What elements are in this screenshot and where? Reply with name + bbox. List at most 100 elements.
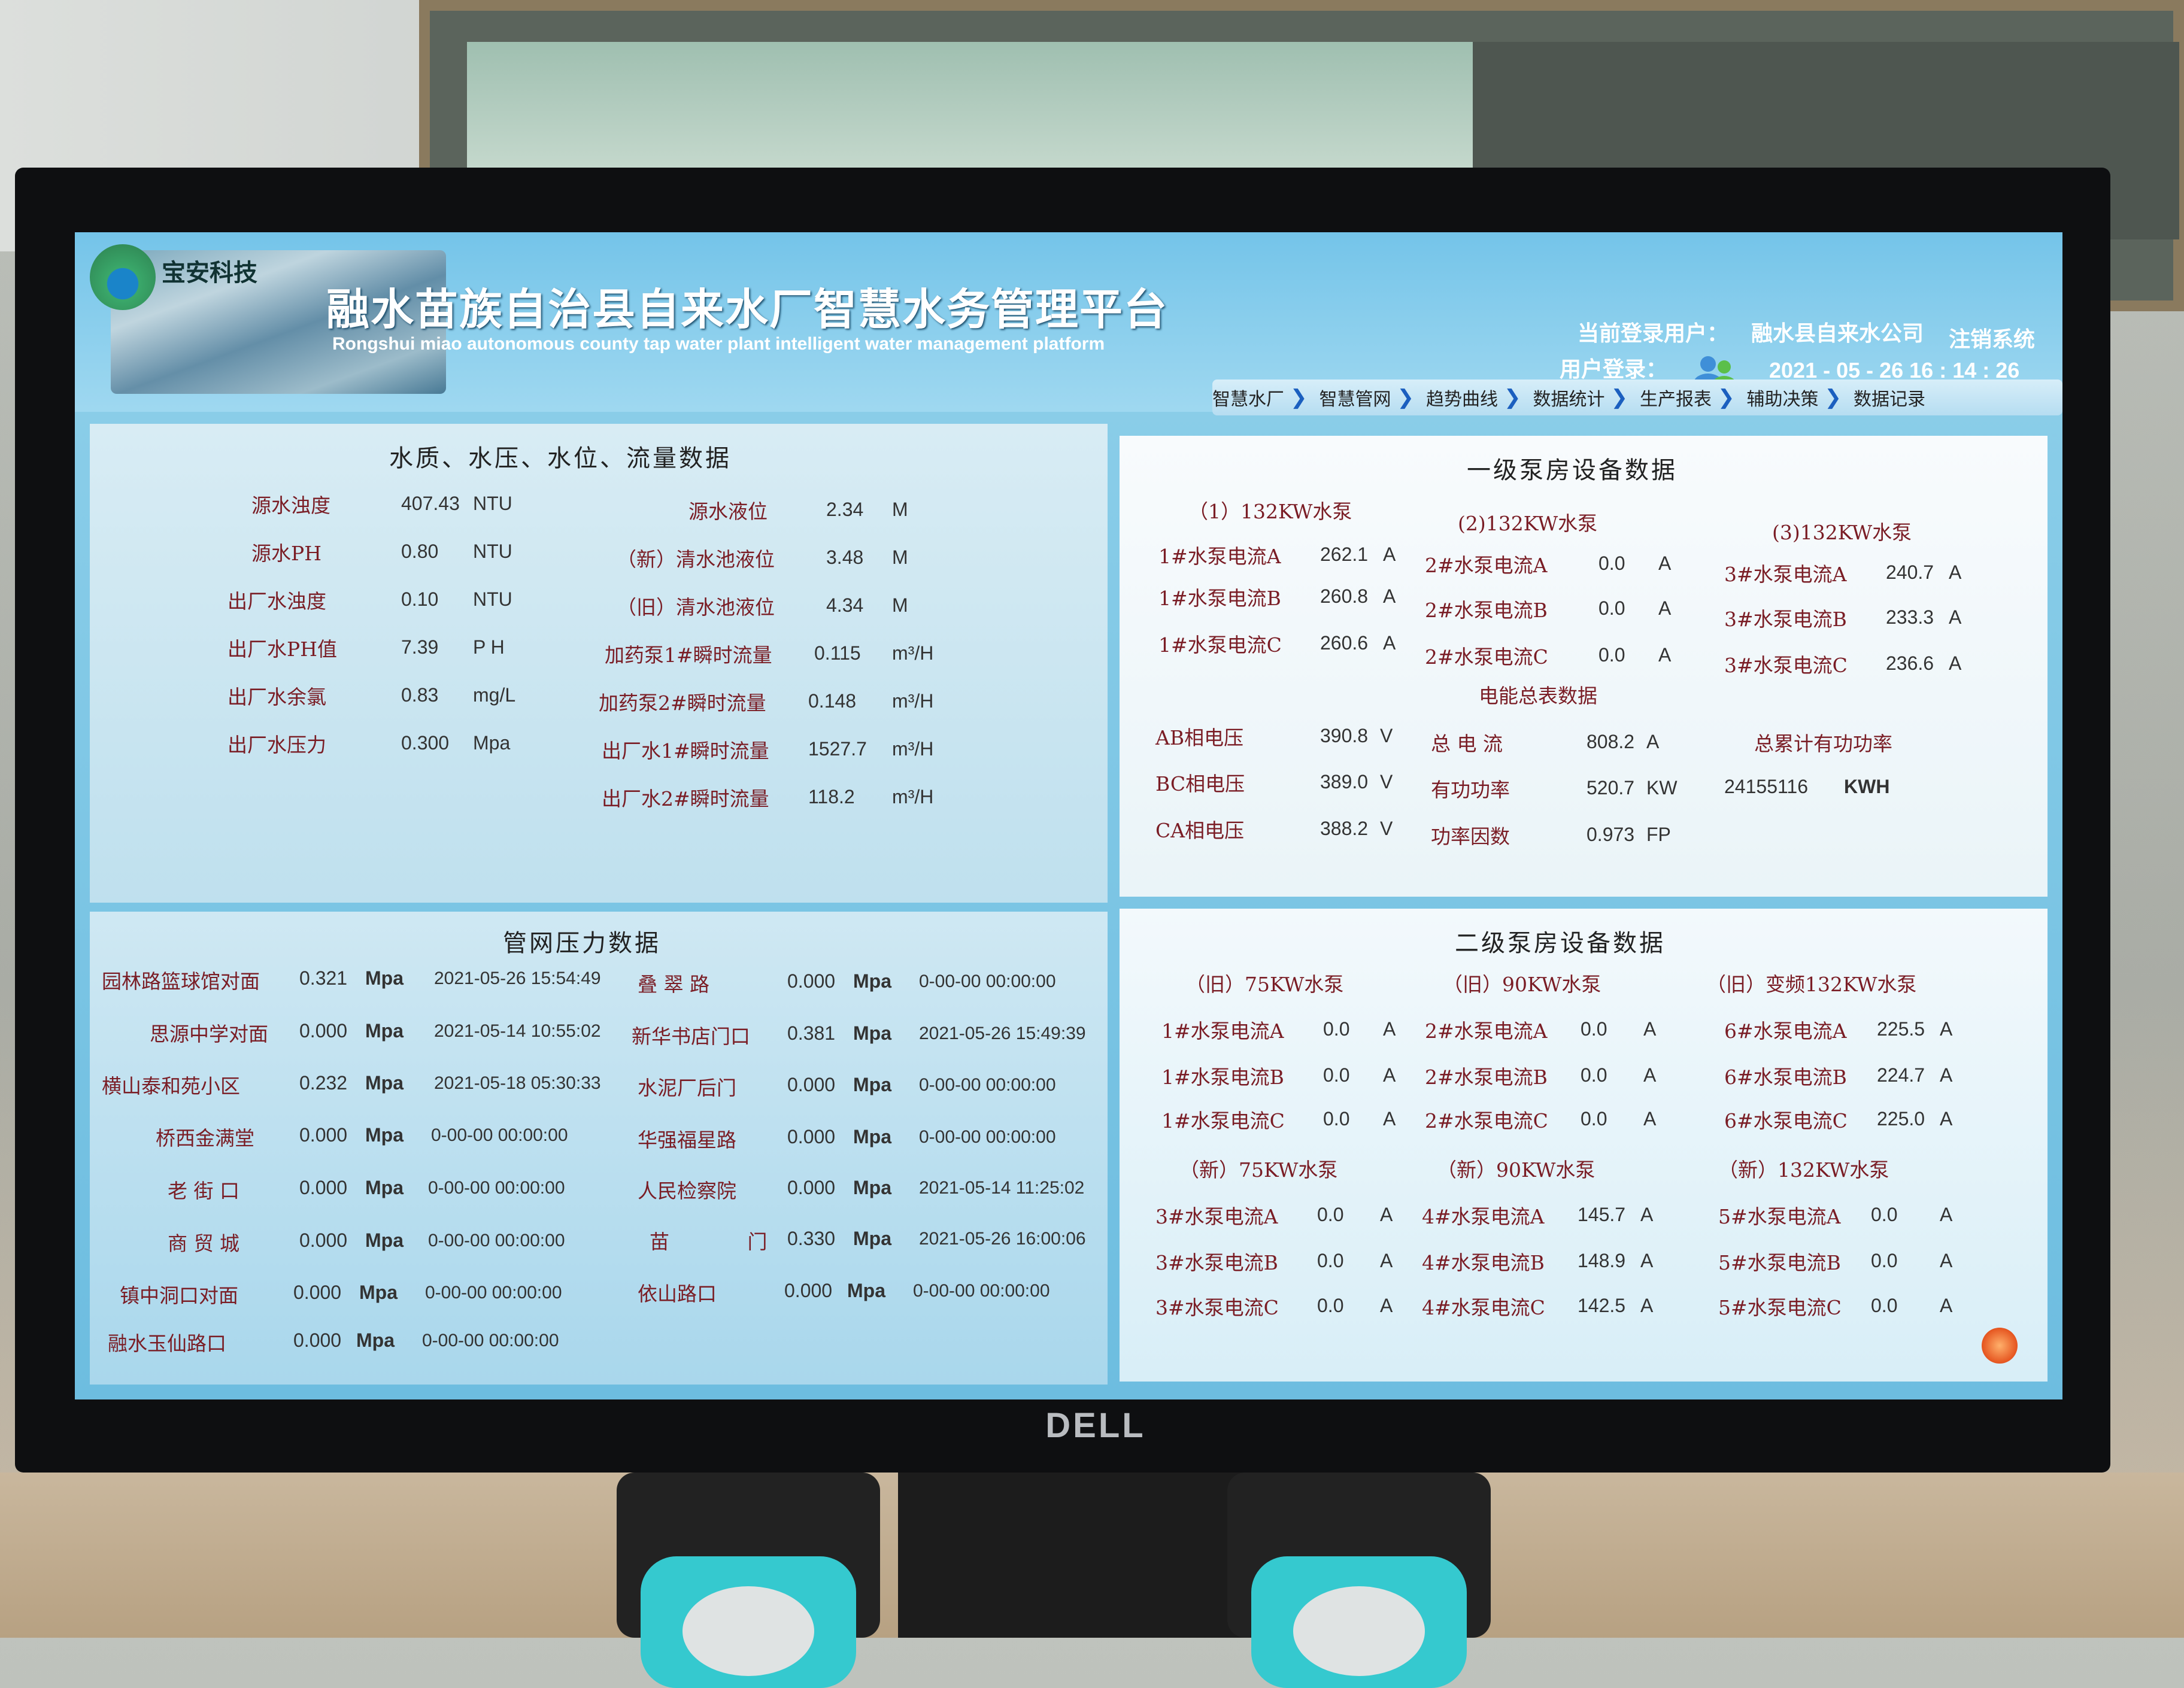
pipe-unit: Mpa [853,1022,891,1044]
quality-unit: NTU [473,588,512,610]
pump-label: 2#水泵电流B [1425,1065,1548,1089]
quality-value: 4.34 [826,594,864,616]
pump-label: 1#水泵电流B [1161,1065,1284,1089]
pump-label: 5#水泵电流C [1718,1296,1842,1319]
nav-statistics[interactable]: 数据统计 ❯ [1533,384,1634,411]
pump-unit: A [1949,606,1962,628]
pipe-unit: Mpa [365,967,404,989]
pipe-time: 2021-05-18 05:30:33 [434,1073,601,1093]
pipe-label: 融水玉仙路口 [108,1332,226,1355]
total-energy-unit: KWH [1844,776,1890,797]
pipe-unit: Mpa [853,1177,891,1198]
pump-label: 2#水泵电流C [1425,645,1548,669]
pump-value: 0.0 [1323,1108,1350,1130]
pump-unit: A [1380,1250,1393,1271]
pump-value: 260.6 [1320,632,1369,654]
logo-icon [90,244,156,310]
quality-unit: NTU [473,493,512,514]
pipe-label: 横山泰和苑小区 [102,1074,240,1098]
pipe-unit: Mpa [356,1329,395,1351]
pump-value: 0.0 [1323,1064,1350,1086]
pump-value: 236.6 [1886,652,1934,674]
nav-report[interactable]: 生产报表 ❯ [1640,384,1741,411]
pipe-time: 0-00-00 00:00:00 [913,1281,1050,1301]
quality-label: 加药泵1#瞬时流量 [605,643,772,667]
nav-label: 智慧管网 [1319,389,1391,410]
pump-value: 224.7 [1877,1064,1925,1086]
pump2-panel: 二级泵房设备数据 （旧）75KW水泵 （旧）90KW水泵 （旧）变频132KW水… [1120,909,2048,1382]
pump-unit: A [1940,1064,1953,1086]
pipe-value: 0.232 [299,1072,348,1094]
pump-label: 6#水泵电流B [1724,1065,1847,1089]
total-energy-label: 总累计有功功率 [1754,732,1892,755]
pump-value: 0.0 [1598,597,1625,619]
pump-unit: A [1643,1108,1657,1130]
pump-group-title: （新）75KW水泵 [1179,1158,1338,1182]
voltage-unit: V [1380,771,1393,793]
quality-value: 0.148 [808,690,857,712]
nav-smart-plant[interactable]: 智慧水厂 ❯ [1212,384,1314,411]
quality-value: 0.300 [401,732,450,754]
quality-unit: m³/H [892,738,934,760]
pipe-title: 管网压力数据 [503,930,661,957]
nav-smart-pipe[interactable]: 智慧管网 ❯ [1320,384,1421,411]
current-user-label: 当前登录用户： [1578,321,1729,345]
pipe-time: 2021-05-26 16:00:06 [919,1229,1086,1249]
pump-label: 2#水泵电流A [1425,554,1548,577]
logout-link[interactable]: 注销系统 [1949,322,2035,353]
nav-label: 智慧水厂 [1212,389,1284,410]
pipe-label: 思源中学对面 [150,1022,268,1046]
pipe-value: 0.330 [787,1228,836,1249]
quality-value: 3.48 [826,547,864,568]
pump-label: 6#水泵电流A [1724,1019,1847,1043]
pump-unit: A [1940,1204,1953,1225]
pump-group-title: （新）90KW水泵 [1437,1158,1595,1182]
power-value: 808.2 [1587,731,1635,752]
chevron-right-icon: ❯ [1290,385,1308,409]
left-speaker [617,1473,880,1688]
main-nav: 智慧水厂 ❯ 智慧管网 ❯ 趋势曲线 ❯ 数据统计 ❯ 生产报表 ❯ 辅助决策 ❯ 数据记录 [1212,380,2062,415]
pump-label: 2#水泵电流B [1425,599,1548,622]
voltage-label: AB相电压 [1155,726,1244,749]
pipe-label: 人民检察院 [638,1179,736,1203]
quality-label: 出厂水余氯 [228,685,326,709]
pump-group-title: (2)132KW水泵 [1458,512,1598,535]
pipe-label: 苗 门 [650,1230,803,1253]
pump-unit: A [1380,1295,1393,1316]
quality-value: 7.39 [401,636,439,658]
settings-icon[interactable] [1982,1328,2018,1364]
pipe-unit: Mpa [359,1282,398,1303]
quality-value: 0.80 [401,541,439,562]
pipe-value: 0.000 [787,970,836,992]
quality-unit: M [892,594,908,616]
pump-unit: A [1383,632,1396,654]
pump-label: 2#水泵电流A [1425,1019,1548,1043]
pipe-time: 2021-05-26 15:49:39 [919,1024,1086,1043]
pump-label: 5#水泵电流B [1718,1251,1841,1274]
power-value: 0.973 [1587,824,1635,845]
pump-label: 4#水泵电流A [1422,1205,1545,1228]
quality-unit: M [892,547,908,568]
pump-label: 5#水泵电流A [1718,1205,1841,1228]
pipe-value: 0.381 [787,1022,836,1044]
pump-value: 0.0 [1581,1108,1607,1130]
quality-value: 1527.7 [808,738,867,760]
quality-unit: P H [473,636,505,658]
pump-unit: A [1383,1018,1396,1040]
pump-value: 0.0 [1323,1018,1350,1040]
pump-value: 0.0 [1317,1204,1344,1225]
pipe-value: 0.000 [784,1280,833,1301]
power-unit: FP [1646,824,1671,845]
pump-value: 0.0 [1317,1250,1344,1271]
voltage-label: CA相电压 [1155,819,1245,842]
nav-label: 趋势曲线 [1426,389,1498,410]
nav-trend[interactable]: 趋势曲线 ❯ [1426,384,1527,411]
pump-label: 6#水泵电流C [1724,1109,1848,1133]
nav-records[interactable]: 数据记录 [1854,384,1925,411]
pump-unit: A [1640,1250,1654,1271]
pump-label: 3#水泵电流C [1155,1296,1279,1319]
pipe-label: 叠 翠 路 [638,973,709,996]
pump-label: 3#水泵电流A [1724,563,1847,586]
nav-decision[interactable]: 辅助决策 ❯ [1747,384,1848,411]
pump-value: 142.5 [1578,1295,1626,1316]
